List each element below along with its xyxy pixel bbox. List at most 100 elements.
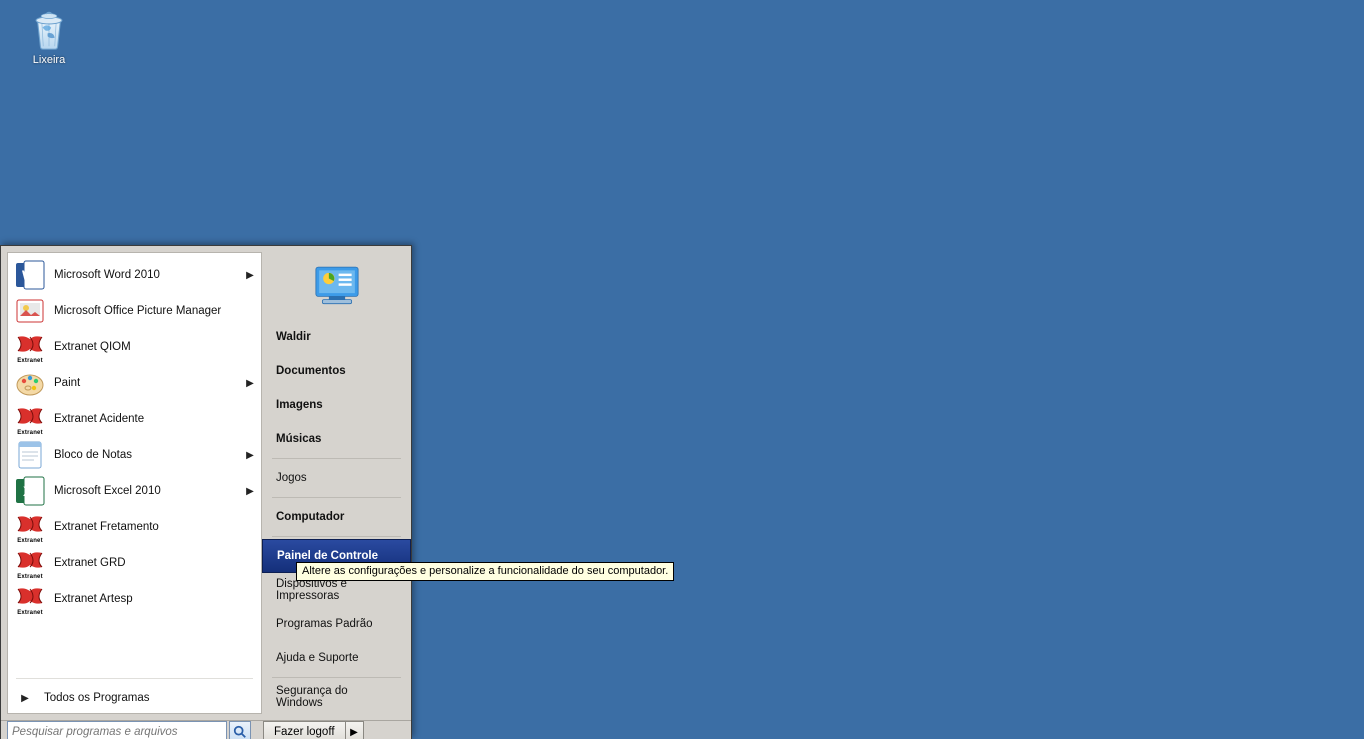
program-item[interactable]: Bloco de Notas▶ xyxy=(8,437,261,473)
right-pane-item-label: Imagens xyxy=(276,399,323,411)
tooltip: Altere as configurações e personalize a … xyxy=(296,562,674,581)
program-label: Extranet GRD xyxy=(46,557,245,569)
program-label: Extranet Fretamento xyxy=(46,521,245,533)
right-pane-item[interactable]: Computador xyxy=(262,500,411,534)
separator xyxy=(272,677,401,678)
program-icon-wrap: Extranet xyxy=(14,403,46,435)
logoff-split-button: Fazer logoff ▶ xyxy=(263,721,364,739)
right-pane-header-icon-wrap xyxy=(262,252,411,318)
search-input[interactable] xyxy=(7,721,227,739)
right-pane-item-label: Ajuda e Suporte xyxy=(276,652,358,664)
program-item[interactable]: ExtranetExtranet Artesp xyxy=(8,581,261,617)
recycle-bin-icon xyxy=(26,6,72,52)
magnifier-icon xyxy=(233,725,247,739)
search-button[interactable] xyxy=(229,721,251,739)
program-item[interactable]: WMicrosoft Word 2010▶ xyxy=(8,257,261,293)
program-item[interactable]: Paint▶ xyxy=(8,365,261,401)
right-pane-item[interactable]: Imagens xyxy=(262,388,411,422)
start-menu: W Microsoft Word 2010 ▶ Microsoft Office Pi… xyxy=(0,245,412,739)
word-icon: W xyxy=(14,259,46,291)
right-pane-list: Waldir Documentos Imagens Músicas Jogos Compu… xyxy=(262,318,411,714)
svg-text:W: W xyxy=(22,267,36,283)
all-programs-item[interactable]: ▶ Todos os Programas xyxy=(8,683,261,713)
program-item[interactable]: ExtranetExtranet Acidente xyxy=(8,401,261,437)
program-item[interactable]: X Microsoft Excel 2010▶ xyxy=(8,473,261,509)
extranet-icon-caption: Extranet xyxy=(14,538,46,544)
desktop-icon-label: Lixeira xyxy=(12,54,86,66)
right-pane-item[interactable]: Ajuda e Suporte xyxy=(262,641,411,675)
program-item[interactable]: Microsoft Office Picture Manager xyxy=(8,293,261,329)
right-pane-item[interactable]: Segurança do Windows xyxy=(262,680,411,714)
notepad-icon xyxy=(14,439,46,471)
separator xyxy=(272,497,401,498)
program-icon-wrap: Extranet xyxy=(14,583,46,615)
program-icon-wrap: Extranet xyxy=(14,331,46,363)
submenu-arrow-icon: ▶ xyxy=(245,486,255,497)
right-pane-item-label: Músicas xyxy=(276,433,321,445)
svg-text:X: X xyxy=(23,483,33,499)
arrow-right-icon: ▶ xyxy=(18,693,32,704)
program-label: Microsoft Word 2010 xyxy=(46,269,245,281)
arrow-right-icon: ▶ xyxy=(350,727,358,738)
program-label: Extranet QIOM xyxy=(46,341,245,353)
right-pane-item-label: Painel de Controle xyxy=(277,550,378,562)
submenu-arrow-icon: ▶ xyxy=(245,450,255,461)
program-label: Paint xyxy=(46,377,245,389)
extranet-icon-caption: Extranet xyxy=(14,574,46,580)
extranet-icon: Extranet xyxy=(14,511,46,543)
extranet-icon: Extranet xyxy=(14,403,46,435)
right-pane-item-label: Computador xyxy=(276,511,344,523)
desktop-icon-recycle-bin[interactable]: Lixeira xyxy=(12,6,86,66)
right-pane-item[interactable]: Programas Padrão xyxy=(262,607,411,641)
extranet-icon-caption: Extranet xyxy=(14,610,46,616)
all-programs-label: Todos os Programas xyxy=(44,692,149,704)
separator xyxy=(272,536,401,537)
submenu-arrow-icon: ▶ xyxy=(245,378,255,389)
logoff-label: Fazer logoff xyxy=(274,726,335,738)
program-item[interactable]: ExtranetExtranet GRD xyxy=(8,545,261,581)
right-pane-item-label: Documentos xyxy=(276,365,346,377)
right-pane-item-label: Waldir xyxy=(276,331,311,343)
right-pane-item-label: Dispositivos e Impressoras xyxy=(276,578,397,602)
right-pane-item[interactable]: Músicas xyxy=(262,422,411,456)
program-icon-wrap xyxy=(14,295,46,327)
program-icon-wrap xyxy=(14,367,46,399)
program-label: Microsoft Excel 2010 xyxy=(46,485,245,497)
start-menu-bottom-bar: Fazer logoff ▶ xyxy=(1,721,411,739)
excel-icon: X xyxy=(14,475,46,507)
extranet-icon: Extranet xyxy=(14,583,46,615)
logoff-button[interactable]: Fazer logoff xyxy=(263,721,346,739)
paint-icon xyxy=(14,367,46,399)
program-icon-wrap: Extranet xyxy=(14,511,46,543)
program-icon-wrap: W xyxy=(14,259,46,291)
extranet-icon: Extranet xyxy=(14,547,46,579)
program-label: Bloco de Notas xyxy=(46,449,245,461)
search-box xyxy=(7,721,251,739)
program-icon-wrap: X xyxy=(14,475,46,507)
right-pane-item-label: Jogos xyxy=(276,472,307,484)
separator xyxy=(272,458,401,459)
extranet-icon: Extranet xyxy=(14,331,46,363)
right-pane-item[interactable]: Documentos xyxy=(262,354,411,388)
program-label: Extranet Artesp xyxy=(46,593,245,605)
program-list: W Microsoft Word 2010 ▶ Microsoft Office Pi… xyxy=(8,253,261,674)
extranet-icon-caption: Extranet xyxy=(14,358,46,364)
start-menu-right-pane: Waldir Documentos Imagens Músicas Jogos Compu… xyxy=(262,246,411,720)
tooltip-text: Altere as configurações e personalize a … xyxy=(302,565,668,577)
right-pane-item[interactable]: Waldir xyxy=(262,320,411,354)
program-icon-wrap: Extranet xyxy=(14,547,46,579)
picturemgr-icon xyxy=(14,295,46,327)
logoff-dropdown-button[interactable]: ▶ xyxy=(346,721,364,739)
program-item[interactable]: ExtranetExtranet Fretamento xyxy=(8,509,261,545)
extranet-icon-caption: Extranet xyxy=(14,430,46,436)
right-pane-item-label: Segurança do Windows xyxy=(276,685,397,709)
start-menu-left-pane: W Microsoft Word 2010 ▶ Microsoft Office Pi… xyxy=(7,252,262,714)
program-icon-wrap xyxy=(14,439,46,471)
right-pane-item[interactable]: Jogos xyxy=(262,461,411,495)
program-label: Microsoft Office Picture Manager xyxy=(46,305,245,317)
right-pane-item-label: Programas Padrão xyxy=(276,618,373,630)
control-panel-icon xyxy=(311,259,363,311)
program-label: Extranet Acidente xyxy=(46,413,245,425)
separator xyxy=(16,678,253,679)
program-item[interactable]: ExtranetExtranet QIOM xyxy=(8,329,261,365)
